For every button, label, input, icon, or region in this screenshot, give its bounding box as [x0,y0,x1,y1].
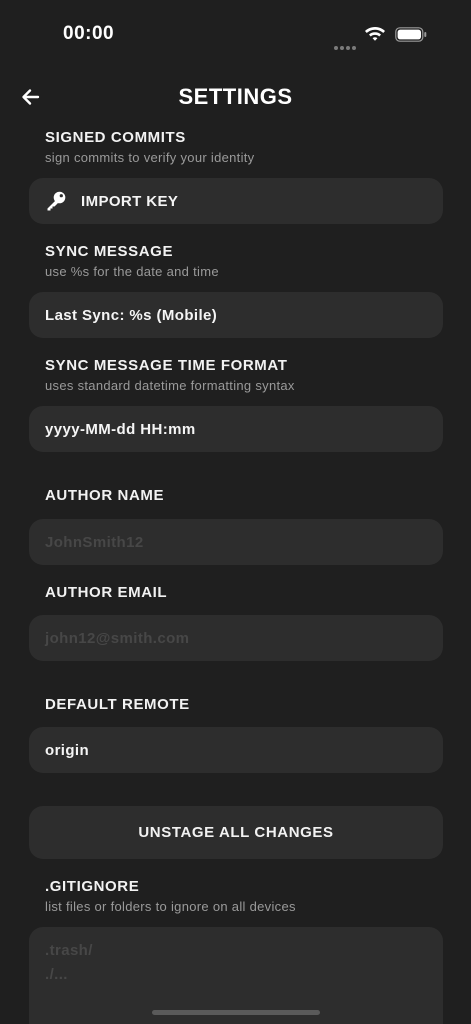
sync-message-title: SYNC MESSAGE [45,243,174,260]
default-remote-input[interactable]: origin [29,727,443,773]
status-time: 00:00 [63,23,115,44]
cellular-signal-icon [334,37,358,50]
gitignore-placeholder-line: .trash/ [45,942,93,959]
default-remote-title: DEFAULT REMOTE [45,696,190,713]
import-key-label: IMPORT KEY [81,192,179,210]
gitignore-placeholder-line: ./... [45,966,68,983]
unstage-all-changes-button[interactable]: UNSTAGE ALL CHANGES [29,806,443,859]
sync-time-format-input[interactable]: yyyy-MM-dd HH:mm [29,406,443,452]
sync-message-input[interactable]: Last Sync: %s (Mobile) [29,292,443,338]
signed-commits-subtitle: sign commits to verify your identity [45,150,255,165]
author-name-title: AUTHOR NAME [45,487,165,504]
home-indicator [152,1010,320,1015]
page-title: SETTINGS [178,84,293,109]
author-email-input[interactable]: john12@smith.com [29,615,443,661]
status-bar: 00:00 [0,0,471,60]
sync-time-format-title: SYNC MESSAGE TIME FORMAT [45,357,288,374]
import-key-button[interactable]: IMPORT KEY [29,178,443,224]
author-name-input[interactable]: JohnSmith12 [29,519,443,565]
signed-commits-title: SIGNED COMMITS [45,129,186,146]
wifi-icon [365,27,385,41]
settings-screen: 00:00 SETTINGS SIGNED COMMITS sign commi… [0,0,471,1024]
key-icon [47,191,66,211]
header: SETTINGS [0,78,471,118]
gitignore-title: .GITIGNORE [45,878,140,895]
gitignore-subtitle: list files or folders to ignore on all d… [45,899,296,914]
sync-message-subtitle: use %s for the date and time [45,264,219,279]
unstage-all-changes-label: UNSTAGE ALL CHANGES [138,824,334,841]
author-email-title: AUTHOR EMAIL [45,584,168,601]
battery-icon [395,27,427,42]
sync-time-format-subtitle: uses standard datetime formatting syntax [45,378,295,393]
